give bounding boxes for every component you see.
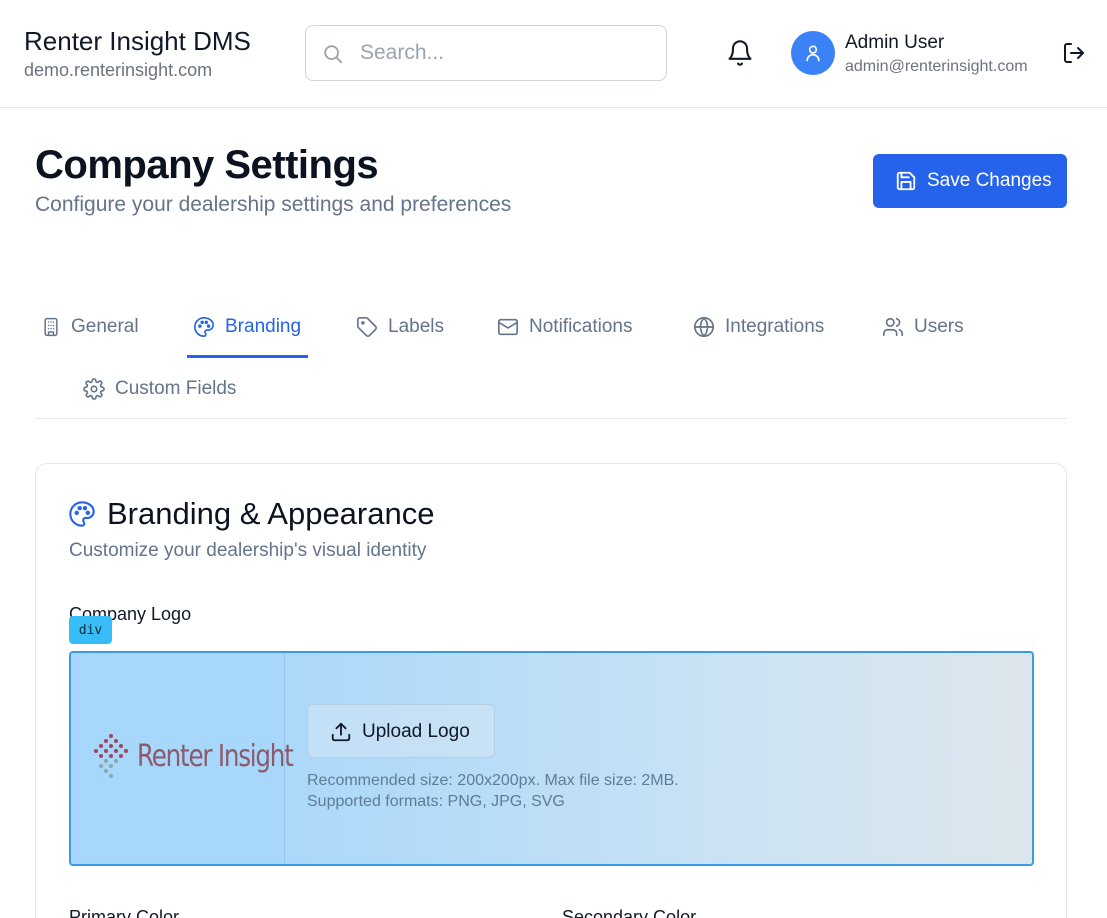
upload-icon — [331, 722, 351, 742]
logo-size-hint: Recommended size: 200x200px. Max file si… — [307, 772, 679, 789]
top-bar: Renter Insight DMS demo.renterinsight.co… — [0, 0, 1107, 108]
secondary-color-label: Secondary Color — [562, 907, 697, 918]
save-icon — [896, 171, 916, 191]
tab-label: Labels — [388, 316, 444, 337]
search-box[interactable] — [305, 25, 667, 81]
palette-icon — [69, 501, 95, 527]
renter-insight-logo-mark — [94, 734, 128, 778]
palette-icon — [194, 317, 214, 337]
tab-label: Branding — [225, 316, 302, 337]
tab-label: Integrations — [725, 316, 825, 337]
primary-color-label: Primary Color — [69, 907, 180, 918]
tab-general[interactable]: General — [41, 307, 139, 347]
app-domain: demo.renterinsight.com — [24, 60, 213, 80]
element-inspector-tag: div — [69, 616, 112, 644]
card-subtitle: Customize your dealership's visual ident… — [69, 540, 427, 561]
building-icon — [44, 317, 58, 337]
search-input[interactable] — [360, 38, 650, 68]
upload-logo-label: Upload Logo — [362, 721, 470, 742]
logout-icon[interactable] — [1062, 41, 1086, 65]
mail-icon — [498, 318, 518, 336]
tab-label: Custom Fields — [115, 378, 237, 399]
brand: Renter Insight DMS demo.renterinsight.co… — [24, 26, 251, 81]
user-email: admin@renterinsight.com — [845, 58, 1028, 75]
tab-label: Users — [914, 316, 964, 337]
user-icon — [806, 45, 820, 62]
tab-notifications[interactable]: Notifications — [497, 307, 633, 347]
user-name: Admin User — [845, 32, 945, 53]
tab-labels[interactable]: Labels — [356, 307, 444, 347]
branding-card: Branding & Appearance Customize your dea… — [35, 463, 1067, 918]
app-name: Renter Insight DMS — [24, 26, 251, 56]
logo-format-hint: Supported formats: PNG, JPG, SVG — [307, 793, 565, 810]
logo-wordmark: Renter Insight — [137, 739, 294, 774]
tab-custom-fields[interactable]: Custom Fields — [83, 369, 236, 409]
settings-tabs: General Branding Labels Notifications In… — [35, 296, 1067, 419]
upload-logo-button[interactable]: Upload Logo — [307, 704, 495, 758]
tab-integrations[interactable]: Integrations — [693, 307, 824, 347]
tab-branding[interactable]: Branding — [193, 307, 301, 347]
card-title: Branding & Appearance — [107, 496, 435, 531]
page-subtitle: Configure your dealership settings and p… — [35, 193, 512, 216]
tab-users[interactable]: Users — [882, 307, 964, 347]
save-changes-button[interactable]: Save Changes — [873, 154, 1067, 208]
globe-icon — [694, 317, 714, 337]
users-icon — [883, 317, 903, 337]
save-changes-label: Save Changes — [927, 170, 1052, 191]
gear-icon — [83, 378, 105, 400]
active-tab-indicator — [187, 355, 308, 358]
logo-upload-area[interactable]: Renter Insight Upload Logo Recommended s… — [69, 651, 1034, 866]
tab-label: General — [71, 316, 139, 337]
logo-preview: Renter Insight — [71, 653, 294, 864]
tab-label: Notifications — [529, 316, 633, 337]
avatar[interactable] — [791, 31, 835, 75]
page-title: Company Settings — [35, 143, 379, 187]
search-icon — [324, 45, 343, 64]
bell-icon[interactable] — [726, 39, 754, 67]
tag-icon — [357, 317, 377, 337]
